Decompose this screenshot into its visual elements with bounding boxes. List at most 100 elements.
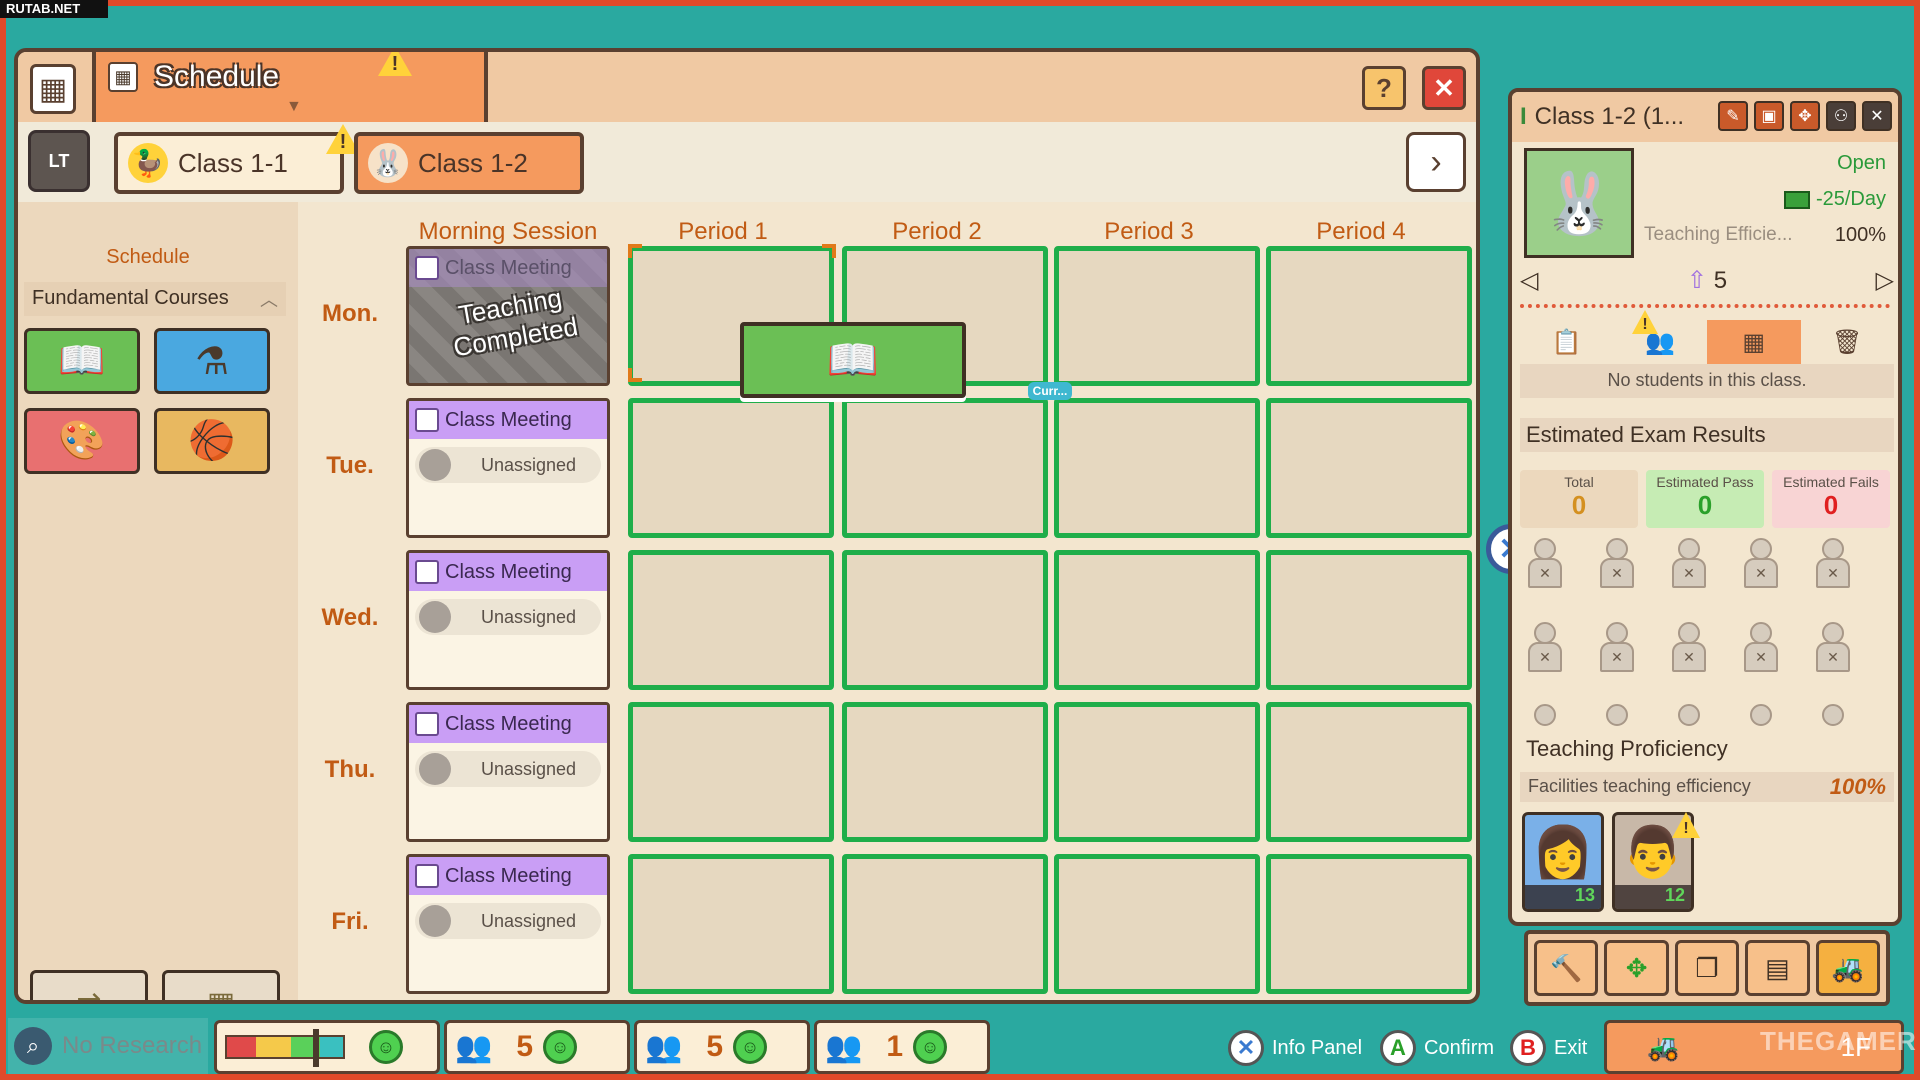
morning-card-mon[interactable]: Class Meeting Teaching Completed bbox=[406, 246, 610, 386]
morning-card-tue[interactable]: Class Meeting Unassigned bbox=[406, 398, 610, 538]
swap-button[interactable]: ⇄ bbox=[30, 970, 148, 1000]
course-science[interactable]: ⚗ bbox=[154, 328, 270, 394]
slot-tue-period-1[interactable] bbox=[628, 398, 834, 538]
move-icon: ✥ bbox=[1625, 952, 1648, 983]
hint-confirm-label: Confirm bbox=[1424, 1036, 1495, 1059]
tab-students[interactable]: 👥 bbox=[1614, 320, 1708, 364]
empty-seat: ✕ bbox=[1528, 622, 1562, 676]
empty-seat: ✕ bbox=[1744, 622, 1778, 676]
teacher-card[interactable]: 👩 13 bbox=[1522, 812, 1604, 912]
hint-confirm[interactable]: A Confirm bbox=[1380, 1030, 1494, 1066]
meeting-icon bbox=[415, 408, 439, 432]
class-meeting-label: Class Meeting bbox=[445, 864, 572, 887]
slot-fri-period-1[interactable] bbox=[628, 854, 834, 994]
teacher-slot[interactable]: Unassigned bbox=[415, 447, 601, 483]
a-button-icon: A bbox=[1380, 1030, 1416, 1066]
slot-thu-period-3[interactable] bbox=[1054, 702, 1260, 842]
tab-schedule[interactable]: ▦ bbox=[1707, 320, 1801, 364]
tab-class-1-2[interactable]: 🐰 Class 1-2 bbox=[354, 132, 584, 194]
class-portrait-bunny: 🐰 bbox=[1524, 148, 1634, 258]
slot-mon-period-3[interactable] bbox=[1054, 246, 1260, 386]
students-count: 5 bbox=[516, 1030, 534, 1063]
tab-overview[interactable]: 📋 bbox=[1520, 320, 1614, 364]
trash-icon: 🗑 bbox=[1832, 328, 1863, 356]
calendar-icon[interactable]: ▦ bbox=[30, 64, 76, 114]
bulldozer-button[interactable]: 🚜 bbox=[1815, 940, 1881, 996]
section-fundamental-courses[interactable]: Fundamental Courses ︿ bbox=[24, 282, 286, 316]
slot-tue-period-2[interactable] bbox=[842, 398, 1048, 538]
rename-pencil-icon[interactable]: ✎ bbox=[1718, 101, 1748, 131]
tab-trash[interactable]: 🗑 bbox=[1801, 320, 1895, 364]
slot-tue-period-4[interactable] bbox=[1266, 398, 1472, 538]
exam-fail: Estimated Fails 0 bbox=[1772, 470, 1890, 528]
students-icon: 👥 bbox=[455, 1030, 493, 1064]
teacher-level: 12 bbox=[1615, 885, 1691, 909]
teacher-slot[interactable]: Unassigned bbox=[415, 903, 601, 939]
status-bar: ⌕ No Research ☺ 👥 5 ☺ 👥 5 ☺ 👥 1 ☺ ✕ Info… bbox=[8, 1018, 1912, 1076]
mood-bar bbox=[225, 1029, 345, 1067]
slot-wed-period-3[interactable] bbox=[1054, 550, 1260, 690]
watermark: RUTAB.NET bbox=[0, 0, 108, 18]
slot-thu-period-1[interactable] bbox=[628, 702, 834, 842]
lt-shoulder-button[interactable]: LT bbox=[28, 130, 90, 192]
morning-card-wed[interactable]: Class Meeting Unassigned bbox=[406, 550, 610, 690]
copy-button[interactable]: ❐ bbox=[1674, 940, 1740, 996]
course-sidebar: Schedule Fundamental Courses ︿ 📖 ⚗ 🎨 🏀 ⇄… bbox=[18, 202, 298, 1000]
course-sports[interactable]: 🏀 bbox=[154, 408, 270, 474]
slot-mon-period-4[interactable] bbox=[1266, 246, 1472, 386]
slot-fri-period-4[interactable] bbox=[1266, 854, 1472, 994]
selection-corner bbox=[628, 244, 642, 258]
course-art[interactable]: 🎨 bbox=[24, 408, 140, 474]
avatar bbox=[419, 601, 451, 633]
hint-info-panel[interactable]: ✕ Info Panel bbox=[1228, 1030, 1362, 1066]
level-indicator: ⇧ 5 bbox=[1687, 266, 1727, 295]
exam-results-title: Estimated Exam Results bbox=[1520, 418, 1894, 452]
slot-thu-period-2[interactable] bbox=[842, 702, 1048, 842]
morning-card-thu[interactable]: Class Meeting Unassigned bbox=[406, 702, 610, 842]
blueprint-icon[interactable]: ▣ bbox=[1754, 101, 1784, 131]
slot-fri-period-2[interactable] bbox=[842, 854, 1048, 994]
hint-info-label: Info Panel bbox=[1272, 1036, 1363, 1059]
proficiency-value: 100% bbox=[1829, 774, 1886, 799]
unassigned-label: Unassigned bbox=[481, 910, 577, 931]
slot-wed-period-2[interactable] bbox=[842, 550, 1048, 690]
move-icon[interactable]: ✥ bbox=[1790, 101, 1820, 131]
teaching-completed-overlay: Teaching Completed bbox=[451, 282, 581, 363]
divider bbox=[1520, 304, 1890, 308]
day-mon: Mon. bbox=[322, 300, 378, 327]
hammer-button[interactable]: 🔨 bbox=[1534, 940, 1599, 996]
course-book[interactable]: 📖 bbox=[24, 328, 140, 394]
selection-corner bbox=[628, 368, 642, 382]
slot-fri-period-3[interactable] bbox=[1054, 854, 1260, 994]
teacher-slot[interactable]: Unassigned bbox=[415, 751, 601, 787]
col-period-4: Period 4 bbox=[1316, 218, 1406, 245]
teacher-slot[interactable]: Unassigned bbox=[415, 599, 601, 635]
tab-class-1-1[interactable]: 🦆 Class 1-1 bbox=[114, 132, 344, 194]
slot-wed-period-4[interactable] bbox=[1266, 550, 1472, 690]
morning-card-fri[interactable]: Class Meeting Unassigned bbox=[406, 854, 610, 994]
move-button[interactable]: ✥ bbox=[1604, 940, 1669, 996]
close-button[interactable]: ✕ bbox=[1422, 66, 1466, 110]
slot-thu-period-4[interactable] bbox=[1266, 702, 1472, 842]
students-count-box: 👥 5 ☺ bbox=[444, 1020, 630, 1074]
dragged-course-card[interactable]: 📖 bbox=[740, 322, 966, 398]
info-panel-title: Class 1-2 (1... bbox=[1534, 103, 1685, 130]
proficiency-label: Facilities teaching efficiency bbox=[1528, 776, 1751, 796]
research-indicator[interactable]: ⌕ No Research bbox=[8, 1018, 208, 1074]
teacher-portrait: 👩 bbox=[1531, 824, 1595, 880]
book-icon: 📖 bbox=[826, 335, 880, 383]
blueprint-button[interactable]: ▤ bbox=[1745, 940, 1810, 996]
close-icon[interactable]: ✕ bbox=[1862, 101, 1892, 131]
slot-wed-period-1[interactable] bbox=[628, 550, 834, 690]
next-arrow-button[interactable]: › bbox=[1406, 132, 1466, 192]
auto-schedule-button[interactable]: ▦ bbox=[162, 970, 280, 1000]
next-arrow-button[interactable]: ▷ bbox=[1876, 266, 1894, 295]
class-meeting-header: Class Meeting bbox=[409, 553, 607, 591]
hint-exit[interactable]: B Exit bbox=[1510, 1030, 1587, 1066]
title-tab[interactable]: ▦ Schedule ▼ bbox=[92, 52, 488, 130]
prev-arrow-button[interactable]: ◁ bbox=[1520, 266, 1538, 295]
help-button[interactable]: ? bbox=[1362, 66, 1406, 110]
slot-tue-period-3[interactable] bbox=[1054, 398, 1260, 538]
empty-seat: ✕ bbox=[1816, 622, 1850, 676]
hierarchy-icon[interactable]: ⚇ bbox=[1826, 101, 1856, 131]
